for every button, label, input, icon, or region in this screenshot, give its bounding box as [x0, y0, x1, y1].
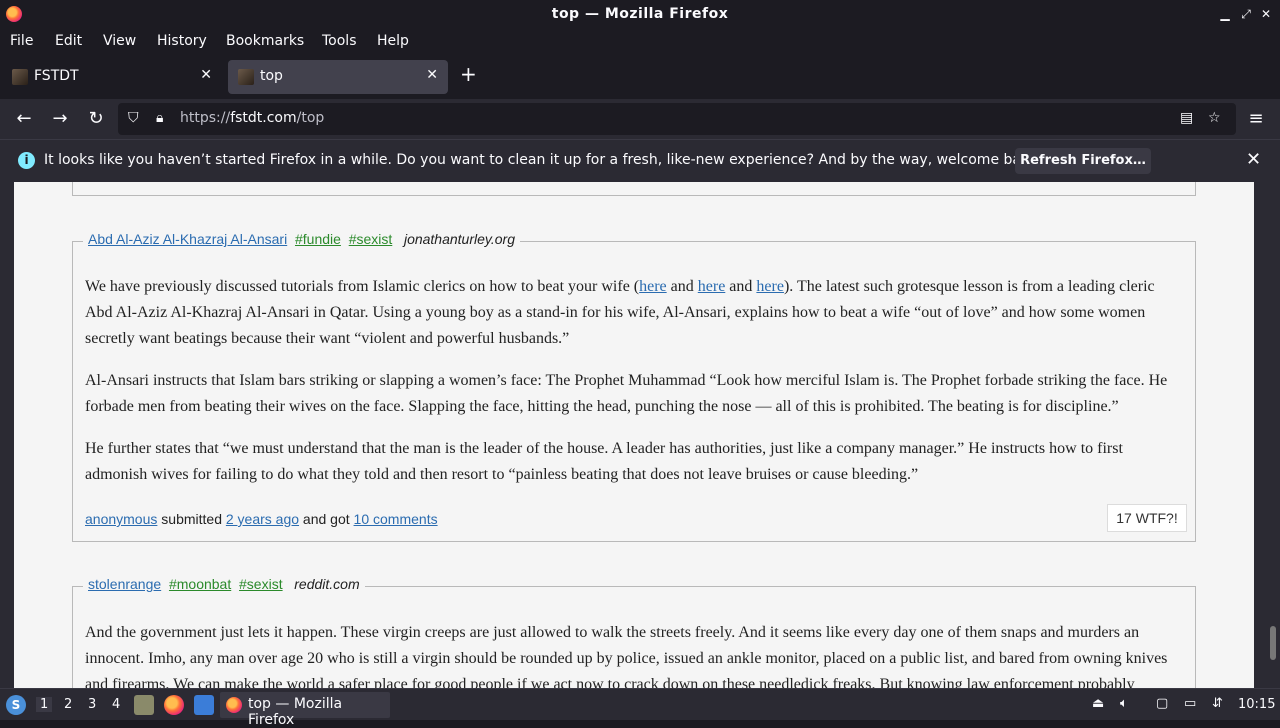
close-window-icon[interactable]: ✕: [1258, 6, 1274, 22]
refresh-firefox-button[interactable]: Refresh Firefox…: [1015, 148, 1151, 174]
taskbar: S 1 2 3 4 top — Mozilla Firefox ⏏ 🔈︎ ▢ ▭…: [0, 688, 1280, 728]
volume-icon[interactable]: 🔈︎: [1120, 696, 1128, 711]
close-tab-icon[interactable]: ✕: [200, 67, 212, 83]
here-link[interactable]: here: [698, 278, 726, 295]
author-link[interactable]: Abd Al-Aziz Al-Khazraj Al-Ansari: [88, 231, 287, 247]
tab-label: FSTDT: [34, 68, 79, 84]
forward-icon[interactable]: →: [48, 107, 72, 131]
display-icon[interactable]: ▭: [1184, 696, 1196, 711]
submission-meta: anonymous submitted 2 years ago and got …: [85, 511, 438, 527]
source-site: reddit.com: [294, 576, 360, 592]
shield-icon[interactable]: ⛉: [128, 110, 139, 126]
bookmark-star-icon[interactable]: ☆: [1208, 110, 1221, 126]
page-content: Abd Al-Aziz Al-Khazraj Al-Ansari #fundie…: [0, 182, 1280, 688]
tab-label: top: [260, 68, 283, 84]
firefox-icon: [226, 697, 242, 713]
new-tab-icon[interactable]: +: [460, 62, 477, 86]
source-site: jonathanturley.org: [403, 231, 515, 247]
quote-paragraph: He further states that “we must understa…: [85, 440, 1123, 483]
url-text[interactable]: https://fstdt.com/top: [180, 110, 324, 126]
tab-top[interactable]: top ✕: [228, 60, 448, 94]
quote-box: stolenrange #moonbat #sexist reddit.com …: [72, 576, 1196, 688]
quote-header: Abd Al-Aziz Al-Khazraj Al-Ansari #fundie…: [83, 231, 520, 247]
reader-view-icon[interactable]: ▤: [1180, 110, 1193, 126]
start-menu-icon[interactable]: S: [6, 695, 26, 715]
tag-moonbat[interactable]: #moonbat: [169, 576, 231, 592]
quote-box-previous: [72, 182, 1196, 196]
fstdt-favicon-icon: [238, 69, 254, 85]
hamburger-menu-icon[interactable]: ≡: [1244, 107, 1268, 131]
info-icon: i: [18, 152, 35, 169]
workspace-2[interactable]: 2: [64, 697, 72, 712]
menu-file[interactable]: File: [10, 33, 33, 49]
reload-icon[interactable]: ↻: [84, 107, 108, 131]
minimize-icon[interactable]: ▁: [1217, 6, 1233, 22]
workspace-3[interactable]: 3: [88, 697, 96, 712]
close-tab-icon[interactable]: ✕: [426, 67, 438, 83]
window-titlebar: top — Mozilla Firefox ▁ ⤢ ✕: [0, 0, 1280, 29]
clock: 10:15: [1238, 697, 1276, 712]
notification-bar: i It looks like you haven’t started Fire…: [0, 139, 1280, 182]
update-icon[interactable]: ⇵: [1212, 696, 1223, 711]
here-link[interactable]: here: [756, 278, 784, 295]
fstdt-favicon-icon: [12, 69, 28, 85]
quote-box: Abd Al-Aziz Al-Khazraj Al-Ansari #fundie…: [72, 231, 1196, 542]
taskbar-window-label: top — Mozilla Firefox: [248, 696, 343, 728]
menu-tools[interactable]: Tools: [322, 33, 357, 49]
workspace-4[interactable]: 4: [112, 697, 120, 712]
wtf-button[interactable]: 17 WTF?!: [1107, 504, 1187, 532]
submitter-link[interactable]: anonymous: [85, 511, 157, 527]
menu-bookmarks[interactable]: Bookmarks: [226, 33, 304, 49]
file-manager-icon[interactable]: [134, 695, 154, 715]
tray-upload-icon[interactable]: ⏏: [1092, 696, 1104, 711]
maximize-icon[interactable]: ⤢: [1238, 6, 1254, 22]
comments-link[interactable]: 10 comments: [354, 511, 438, 527]
url-bar[interactable]: ⛉ 🔒︎ https://fstdt.com/top ▤ ☆: [118, 103, 1236, 135]
tab-fstdt[interactable]: FSTDT ✕: [2, 60, 222, 94]
back-icon[interactable]: ←: [12, 107, 36, 131]
author-link[interactable]: stolenrange: [88, 576, 161, 592]
quote-header: stolenrange #moonbat #sexist reddit.com: [83, 576, 365, 592]
clipboard-icon[interactable]: ▢: [1156, 696, 1168, 711]
menu-help[interactable]: Help: [377, 33, 409, 49]
notification-message: It looks like you haven’t started Firefo…: [44, 152, 1043, 168]
taskbar-window-firefox[interactable]: top — Mozilla Firefox: [220, 692, 390, 728]
firefox-launcher-icon[interactable]: [164, 695, 184, 715]
tag-sexist[interactable]: #sexist: [239, 576, 283, 592]
navbar: ← → ↻ ⛉ 🔒︎ https://fstdt.com/top ▤ ☆ ≡: [0, 99, 1280, 139]
close-notification-icon[interactable]: ✕: [1246, 149, 1261, 170]
here-link[interactable]: here: [639, 278, 667, 295]
window-title: top — Mozilla Firefox: [551, 6, 729, 22]
menubar: File Edit View History Bookmarks Tools H…: [0, 29, 1280, 54]
scrollbar[interactable]: [1254, 182, 1280, 688]
tabbar: FSTDT ✕ top ✕ +: [0, 54, 1280, 99]
menu-view[interactable]: View: [103, 33, 136, 49]
desktop-icon[interactable]: [194, 695, 214, 715]
time-link[interactable]: 2 years ago: [226, 511, 299, 527]
workspace-1[interactable]: 1: [36, 697, 53, 712]
menu-history[interactable]: History: [157, 33, 207, 49]
lock-icon[interactable]: 🔒︎: [156, 110, 163, 126]
tag-sexist[interactable]: #sexist: [349, 231, 393, 247]
menu-edit[interactable]: Edit: [55, 33, 82, 49]
quote-paragraph: Al-Ansari instructs that Islam bars stri…: [85, 372, 1168, 415]
quote-paragraph: We have previously discussed tutorials f…: [85, 278, 1155, 347]
scrollbar-thumb[interactable]: [1270, 626, 1276, 660]
quote-paragraph: And the government just lets it happen. …: [85, 624, 1168, 688]
tag-fundie[interactable]: #fundie: [295, 231, 341, 247]
